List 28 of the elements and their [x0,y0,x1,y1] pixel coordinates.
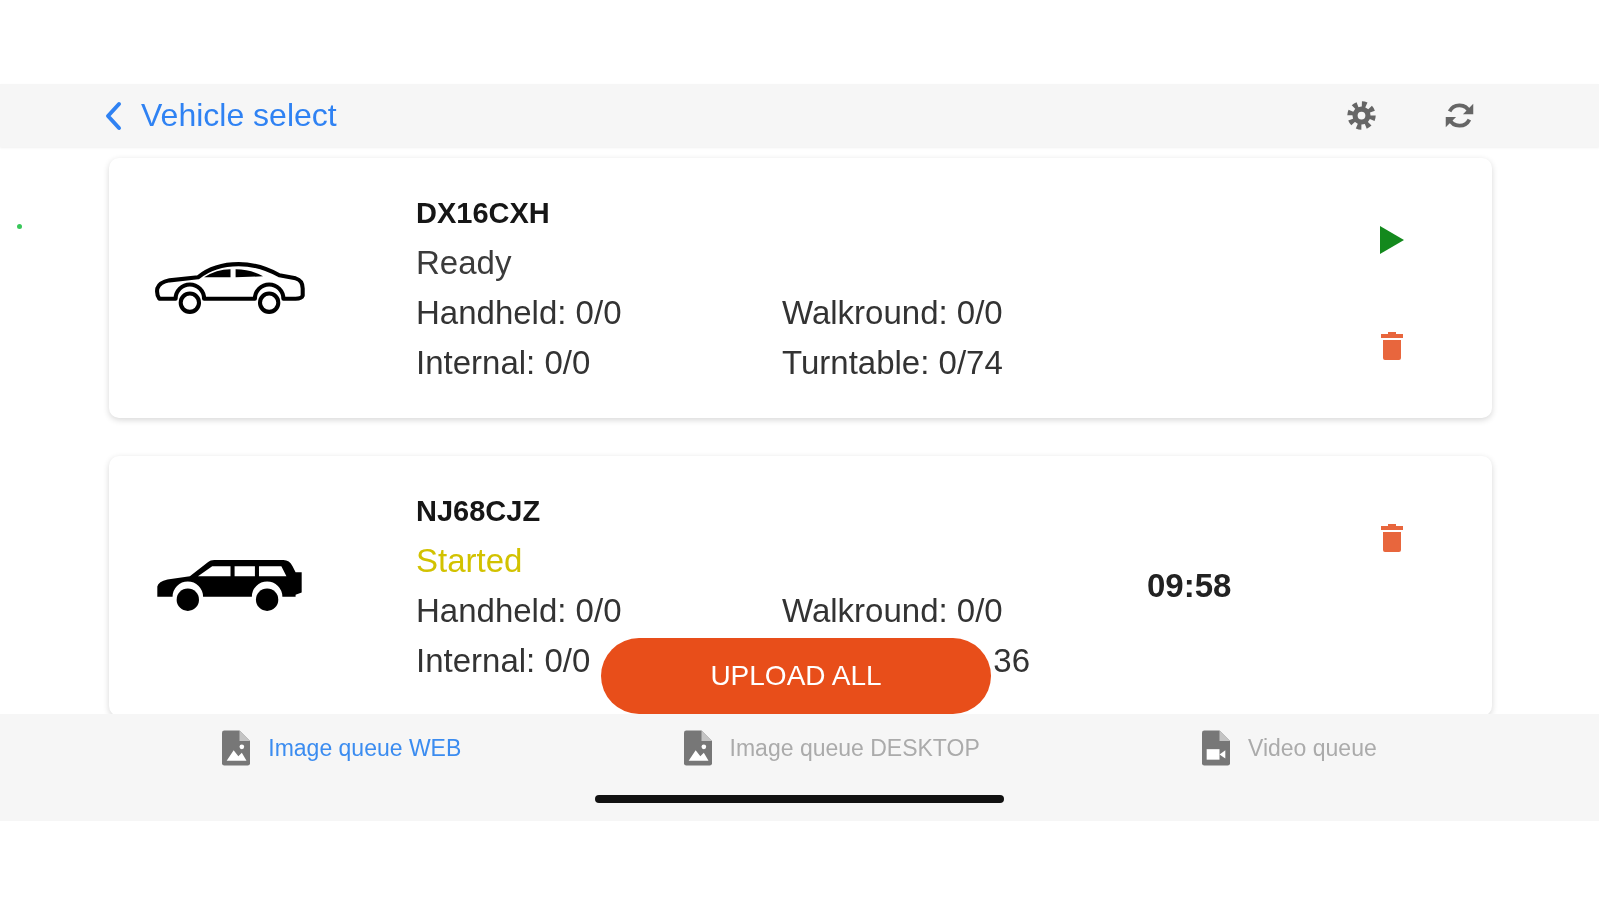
queue-tab[interactable]: Video queue [1202,730,1377,766]
count-text: Internal: 0/0 [416,641,591,681]
count-text: Turntable: 0/74 [782,343,1003,383]
status-text: Ready [416,243,512,283]
play-icon[interactable] [1380,226,1404,254]
status-text: Started [416,541,523,581]
trash-icon[interactable] [1381,332,1403,360]
timer-text: 09:58 [1147,567,1232,604]
settings-icon[interactable] [1346,100,1377,131]
upload-all-button[interactable]: UPLOAD ALL [601,638,991,714]
registration-text: DX16CXH [416,196,550,231]
image-file-icon [222,730,251,766]
count-text: Walkround: 0/0 [782,591,1003,631]
vehicle-card[interactable]: DX16CXH Ready Handheld: 0/0 Walkround: 0/0 Internal: 0/0 Turntable: 0/74 [109,158,1492,418]
status-dot-icon [17,224,22,229]
video-file-icon [1202,730,1230,766]
queue-tab[interactable]: Image queue WEB [222,730,462,766]
count-text: 36 [993,641,1030,681]
count-text: Handheld: 0/0 [416,293,622,333]
registration-text: NJ68CJZ [416,494,541,529]
queue-tab[interactable]: Image queue DESKTOP [683,730,980,766]
image-file-icon [683,730,712,766]
chevron-left-icon [104,100,122,131]
trash-icon[interactable] [1381,524,1403,552]
count-text: Handheld: 0/0 [416,591,622,631]
count-text: Internal: 0/0 [416,343,591,383]
back-button[interactable]: Vehicle select [104,97,337,134]
count-text: Walkround: 0/0 [782,293,1003,333]
